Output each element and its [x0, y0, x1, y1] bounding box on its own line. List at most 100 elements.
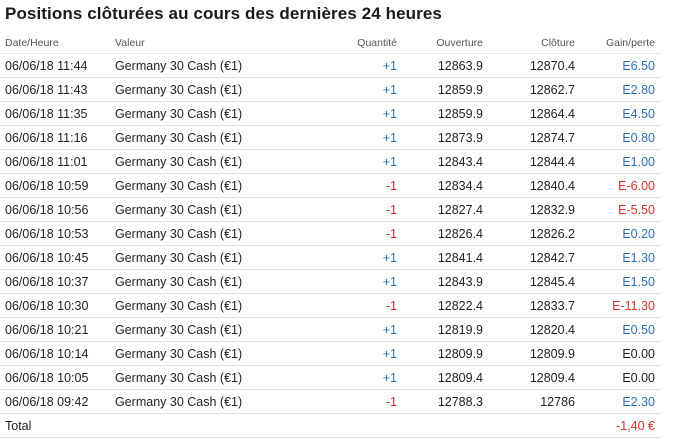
cell-open: 12834.4: [401, 173, 487, 198]
cell-value: Germany 30 Cash (€1): [110, 317, 315, 342]
cell-open: 12843.9: [401, 269, 487, 294]
cell-quantity: -1: [315, 197, 401, 222]
cell-profit-loss: E2.30: [579, 389, 661, 414]
table-row[interactable]: 06/06/18 11:35 Germany 30 Cash (€1) +1 1285…: [0, 101, 661, 126]
table-row[interactable]: 06/06/18 10:59 Germany 30 Cash (€1) -1 1283…: [0, 173, 661, 198]
cell-profit-loss: E-5.50: [579, 197, 661, 222]
cell-value: Germany 30 Cash (€1): [110, 149, 315, 174]
cell-date: 06/06/18 10:21: [0, 317, 110, 342]
cell-open: 12826.4: [401, 221, 487, 246]
cell-value: Germany 30 Cash (€1): [110, 293, 315, 318]
cell-value: Germany 30 Cash (€1): [110, 125, 315, 150]
table-row[interactable]: 06/06/18 11:01 Germany 30 Cash (€1) +1 1284…: [0, 149, 661, 174]
closed-positions-table: Date/Heure Valeur Quantité Ouverture Clô…: [0, 33, 661, 438]
table-body: 06/06/18 11:44 Germany 30 Cash (€1) +1 1286…: [0, 53, 661, 414]
table-header-row: Date/Heure Valeur Quantité Ouverture Clô…: [0, 33, 661, 54]
cell-open: 12819.9: [401, 317, 487, 342]
cell-open: 12841.4: [401, 245, 487, 270]
column-header-date[interactable]: Date/Heure: [0, 33, 110, 54]
table-row[interactable]: 06/06/18 11:44 Germany 30 Cash (€1) +1 1286…: [0, 53, 661, 78]
page-title: Positions clôturées au cours des dernièr…: [5, 4, 442, 23]
cell-quantity: +1: [315, 101, 401, 126]
cell-quantity: +1: [315, 77, 401, 102]
table-row[interactable]: 06/06/18 11:43 Germany 30 Cash (€1) +1 1285…: [0, 77, 661, 102]
cell-profit-loss: E-6.00: [579, 173, 661, 198]
column-header-value[interactable]: Valeur: [110, 33, 315, 54]
cell-value: Germany 30 Cash (€1): [110, 365, 315, 390]
cell-close: 12826.2: [487, 221, 579, 246]
cell-close: 12874.7: [487, 125, 579, 150]
cell-close: 12844.4: [487, 149, 579, 174]
cell-value: Germany 30 Cash (€1): [110, 77, 315, 102]
cell-value: Germany 30 Cash (€1): [110, 197, 315, 222]
cell-date: 06/06/18 11:44: [0, 53, 110, 78]
cell-date: 06/06/18 10:45: [0, 245, 110, 270]
cell-date: 06/06/18 10:56: [0, 197, 110, 222]
cell-profit-loss: E1.30: [579, 245, 661, 270]
cell-open: 12873.9: [401, 125, 487, 150]
table-row[interactable]: 06/06/18 10:53 Germany 30 Cash (€1) -1 1282…: [0, 221, 661, 246]
cell-date: 06/06/18 09:42: [0, 389, 110, 414]
cell-open: 12863.9: [401, 53, 487, 78]
cell-date: 06/06/18 10:53: [0, 221, 110, 246]
cell-value: Germany 30 Cash (€1): [110, 53, 315, 78]
column-header-close[interactable]: Clôture: [487, 33, 579, 54]
cell-date: 06/06/18 11:16: [0, 125, 110, 150]
cell-date: 06/06/18 10:14: [0, 341, 110, 366]
cell-value: Germany 30 Cash (€1): [110, 221, 315, 246]
cell-date: 06/06/18 11:43: [0, 77, 110, 102]
cell-date: 06/06/18 11:35: [0, 101, 110, 126]
cell-value: Germany 30 Cash (€1): [110, 245, 315, 270]
cell-quantity: +1: [315, 269, 401, 294]
cell-close: 12809.4: [487, 365, 579, 390]
cell-close: 12786: [487, 389, 579, 414]
cell-quantity: +1: [315, 149, 401, 174]
table-row[interactable]: 06/06/18 09:42 Germany 30 Cash (€1) -1 1278…: [0, 389, 661, 414]
cell-close: 12833.7: [487, 293, 579, 318]
total-row: Total -1,40 €: [0, 413, 661, 438]
cell-profit-loss: E0.00: [579, 365, 661, 390]
cell-date: 06/06/18 11:01: [0, 149, 110, 174]
cell-open: 12788.3: [401, 389, 487, 414]
table-row[interactable]: 06/06/18 10:14 Germany 30 Cash (€1) +1 1280…: [0, 341, 661, 366]
cell-quantity: +1: [315, 365, 401, 390]
column-header-quantity[interactable]: Quantité: [315, 33, 401, 54]
cell-profit-loss: E0.00: [579, 341, 661, 366]
cell-value: Germany 30 Cash (€1): [110, 389, 315, 414]
cell-value: Germany 30 Cash (€1): [110, 173, 315, 198]
cell-profit-loss: E1.00: [579, 149, 661, 174]
table-row[interactable]: 06/06/18 10:56 Germany 30 Cash (€1) -1 1282…: [0, 197, 661, 222]
cell-open: 12822.4: [401, 293, 487, 318]
cell-quantity: +1: [315, 317, 401, 342]
cell-close: 12862.7: [487, 77, 579, 102]
column-header-open[interactable]: Ouverture: [401, 33, 487, 54]
cell-open: 12809.9: [401, 341, 487, 366]
total-label: Total: [0, 413, 110, 438]
table-row[interactable]: 06/06/18 10:05 Germany 30 Cash (€1) +1 1280…: [0, 365, 661, 390]
cell-open: 12859.9: [401, 77, 487, 102]
cell-open: 12827.4: [401, 197, 487, 222]
cell-profit-loss: E0.80: [579, 125, 661, 150]
cell-quantity: +1: [315, 125, 401, 150]
cell-date: 06/06/18 10:30: [0, 293, 110, 318]
cell-date: 06/06/18 10:05: [0, 365, 110, 390]
table-row[interactable]: 06/06/18 10:21 Germany 30 Cash (€1) +1 1281…: [0, 317, 661, 342]
table-row[interactable]: 06/06/18 11:16 Germany 30 Cash (€1) +1 1287…: [0, 125, 661, 150]
cell-quantity: +1: [315, 341, 401, 366]
cell-quantity: -1: [315, 173, 401, 198]
table-row[interactable]: 06/06/18 10:37 Germany 30 Cash (€1) +1 1284…: [0, 269, 661, 294]
table-row[interactable]: 06/06/18 10:45 Germany 30 Cash (€1) +1 1284…: [0, 245, 661, 270]
cell-profit-loss: E6.50: [579, 53, 661, 78]
cell-close: 12842.7: [487, 245, 579, 270]
cell-profit-loss: E-11.30: [579, 293, 661, 318]
cell-open: 12859.9: [401, 101, 487, 126]
cell-value: Germany 30 Cash (€1): [110, 101, 315, 126]
cell-quantity: -1: [315, 293, 401, 318]
cell-value: Germany 30 Cash (€1): [110, 269, 315, 294]
total-value: -1,40 €: [579, 413, 661, 438]
table-row[interactable]: 06/06/18 10:30 Germany 30 Cash (€1) -1 1282…: [0, 293, 661, 318]
cell-date: 06/06/18 10:59: [0, 173, 110, 198]
column-header-profit-loss[interactable]: Gain/perte: [579, 33, 661, 54]
cell-profit-loss: E1.50: [579, 269, 661, 294]
cell-value: Germany 30 Cash (€1): [110, 341, 315, 366]
